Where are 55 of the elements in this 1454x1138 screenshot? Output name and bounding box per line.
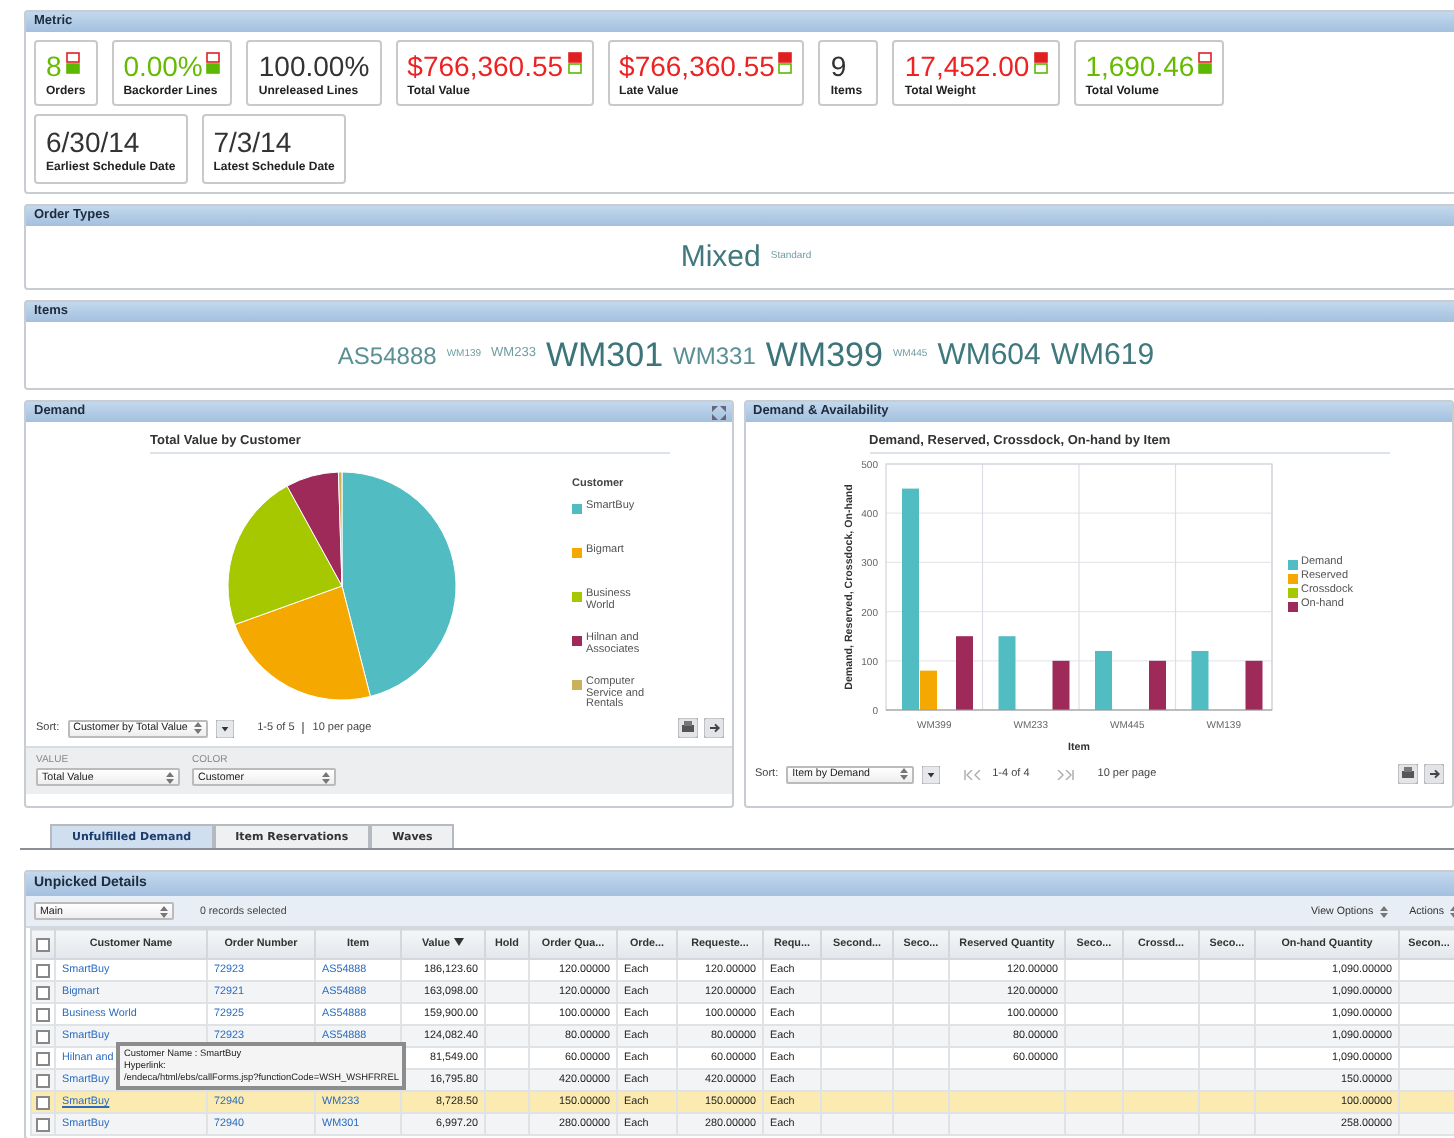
metric-value: 100.00% bbox=[258, 49, 370, 81]
updown-arrow-icon bbox=[322, 771, 330, 783]
metric-value: 7/3/14 bbox=[213, 125, 292, 157]
export-icon[interactable] bbox=[703, 718, 723, 738]
metric-value: 17,452.00 bbox=[904, 49, 1030, 81]
updown-arrow-icon bbox=[1379, 905, 1388, 917]
metric-value: 1,690.46 bbox=[1085, 49, 1195, 81]
tag-link[interactable]: WM619 bbox=[1050, 340, 1155, 370]
tag-link[interactable]: WM604 bbox=[937, 340, 1041, 370]
bar bbox=[1148, 660, 1165, 710]
status-indicator-icon bbox=[567, 51, 582, 73]
checkbox[interactable] bbox=[36, 937, 50, 951]
checkbox[interactable] bbox=[36, 1073, 50, 1087]
tag-link[interactable]: AS54888 bbox=[337, 343, 437, 367]
bar bbox=[1051, 660, 1069, 710]
checkbox[interactable] bbox=[36, 1051, 50, 1065]
checkbox[interactable] bbox=[36, 963, 50, 977]
checkbox[interactable] bbox=[36, 1029, 50, 1043]
sort-direction-button[interactable] bbox=[922, 765, 941, 783]
status-indicator-icon bbox=[778, 51, 793, 73]
status-indicator-icon bbox=[206, 51, 221, 73]
bar bbox=[997, 636, 1015, 710]
first-prev-page-icon[interactable] bbox=[964, 769, 985, 779]
next-last-page-icon[interactable] bbox=[1053, 769, 1074, 779]
print-icon[interactable] bbox=[677, 718, 697, 738]
sort-arrow-icon bbox=[454, 938, 465, 946]
checkbox[interactable] bbox=[36, 985, 50, 999]
tag-link[interactable]: WM301 bbox=[545, 338, 664, 372]
checkbox[interactable] bbox=[36, 1117, 50, 1131]
updown-arrow-icon bbox=[193, 722, 202, 734]
updown-arrow-icon bbox=[160, 905, 168, 917]
status-indicator-icon bbox=[65, 51, 80, 73]
maximize-icon[interactable] bbox=[711, 405, 725, 419]
metric-value: 0.00% bbox=[123, 49, 203, 81]
bar bbox=[955, 636, 972, 710]
metric-value: 6/30/14 bbox=[46, 125, 140, 157]
metric-value: $766,360.55 bbox=[619, 49, 775, 81]
bar bbox=[1190, 650, 1208, 710]
metric-value: $766,360.55 bbox=[407, 49, 564, 81]
print-icon[interactable] bbox=[1398, 764, 1418, 784]
updown-arrow-icon bbox=[166, 771, 174, 783]
checkbox[interactable] bbox=[36, 1095, 50, 1109]
tag-link[interactable]: WM331 bbox=[673, 343, 756, 367]
updown-arrow-icon bbox=[900, 768, 909, 780]
status-indicator-icon bbox=[1198, 51, 1213, 73]
status-indicator-icon bbox=[1033, 51, 1048, 73]
checkbox[interactable] bbox=[36, 1007, 50, 1021]
export-icon[interactable] bbox=[1424, 764, 1444, 784]
metric-value: 8 bbox=[46, 49, 62, 81]
bar bbox=[1094, 650, 1111, 710]
tag-link[interactable]: Mixed bbox=[680, 242, 761, 272]
sort-direction-button[interactable] bbox=[215, 719, 234, 737]
metric-value: 9 bbox=[830, 49, 847, 81]
tag-link[interactable]: WM399 bbox=[765, 338, 883, 372]
bar bbox=[1244, 660, 1262, 710]
